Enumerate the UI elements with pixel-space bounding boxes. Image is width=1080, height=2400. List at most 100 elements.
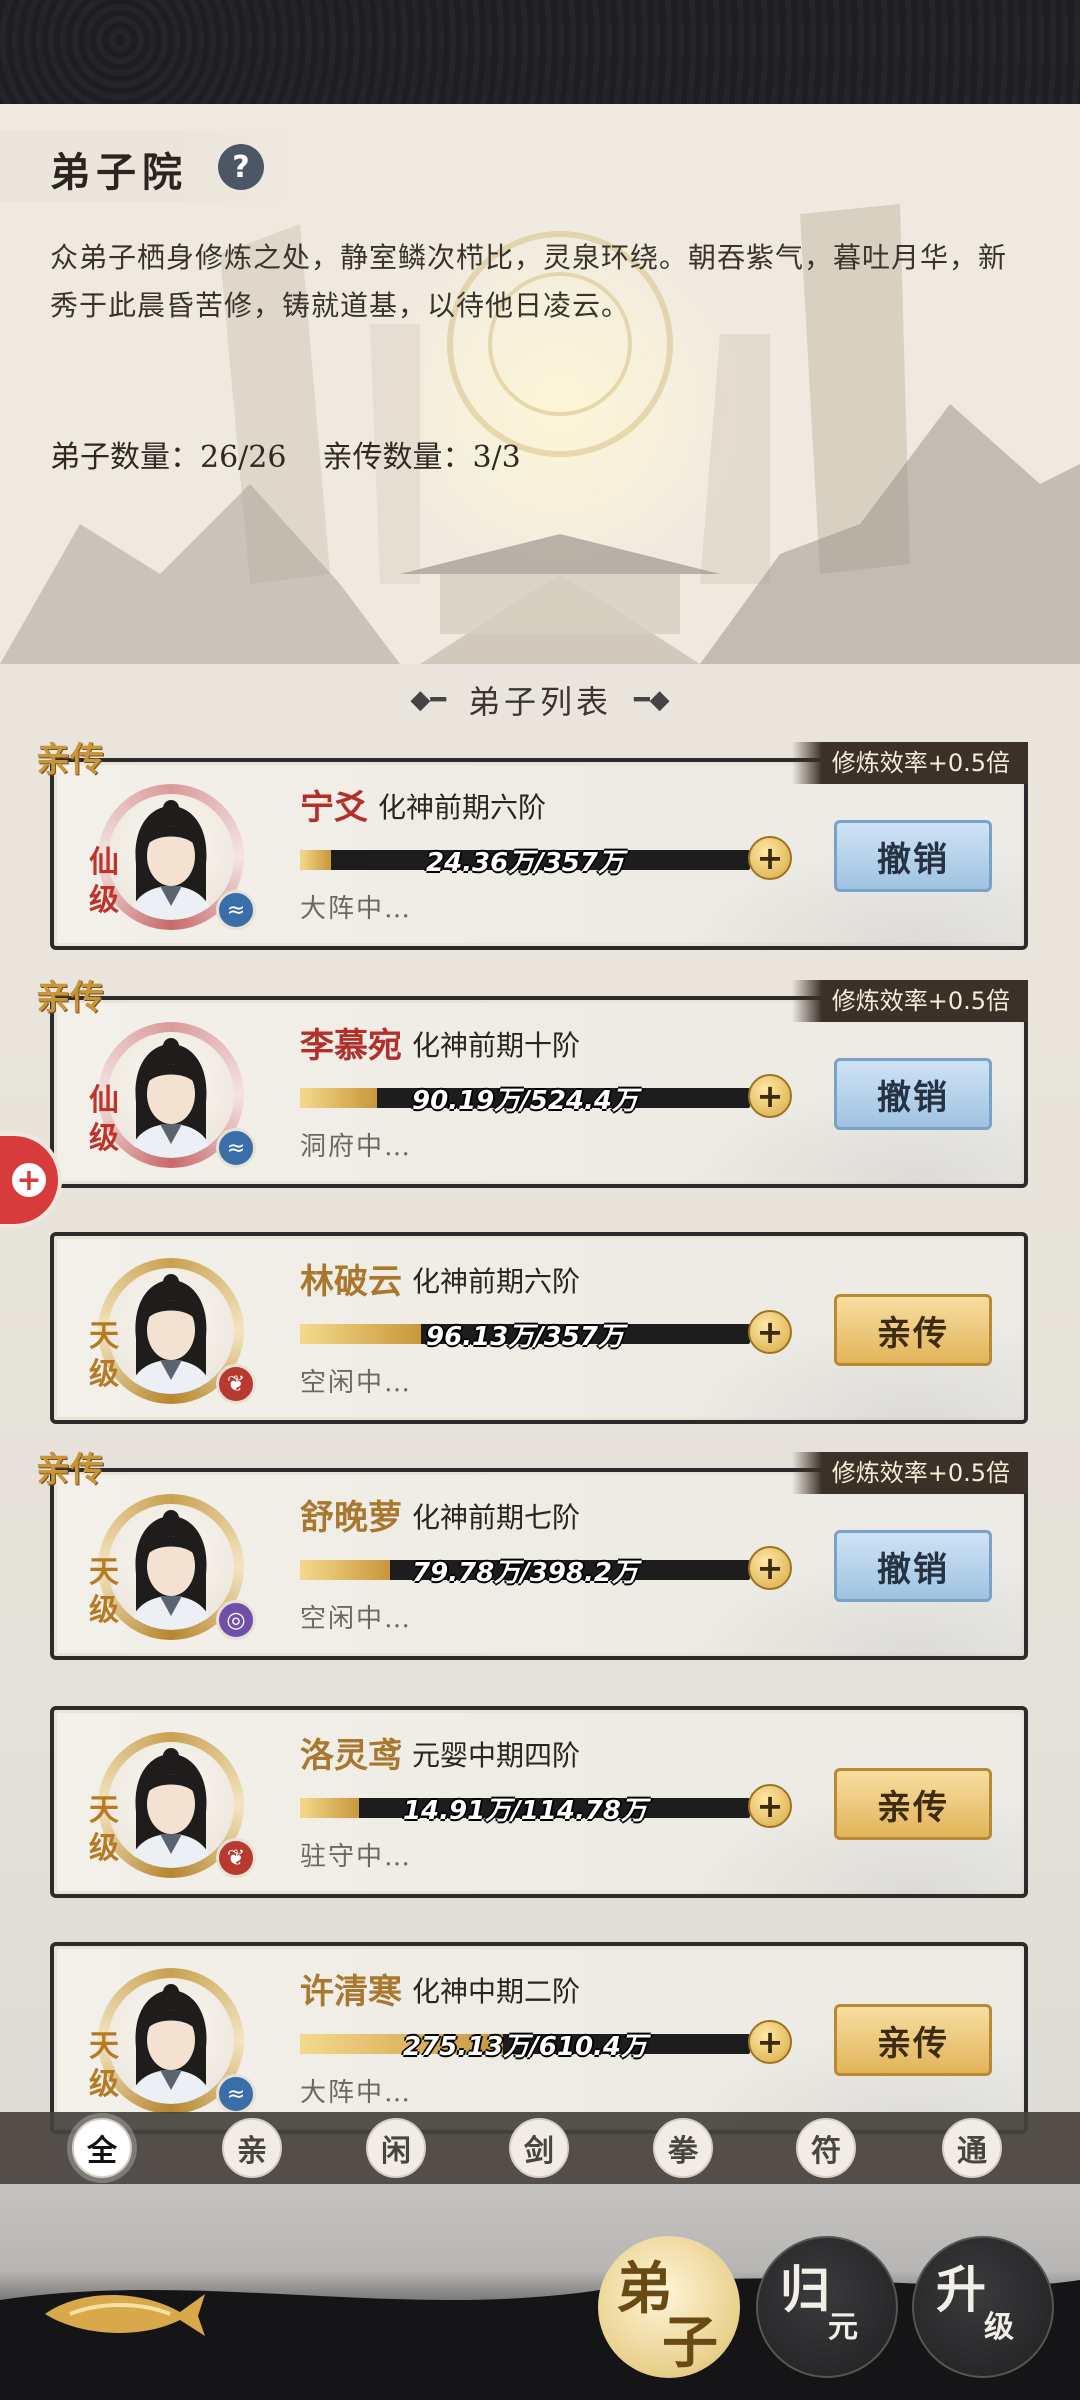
avatar[interactable]: [108, 1268, 234, 1394]
grade-label: 天级: [89, 1555, 119, 1628]
avatar[interactable]: [108, 1504, 234, 1630]
disciple-name: 李慕宛: [300, 1026, 402, 1066]
disciple-portrait-icon: [128, 1274, 214, 1394]
nav-return-label-1: 归: [780, 2260, 830, 2319]
disciple-portrait-icon: [128, 1038, 214, 1158]
disciple-status: 洞府中…: [300, 1132, 413, 1162]
cultivation-rate-badge: 修炼效率+0.5倍: [791, 1452, 1028, 1494]
disciple-name: 许清寒: [300, 1972, 402, 2012]
grade-label: 天级: [89, 2029, 119, 2102]
progress-text: 79.78万/398.2万: [412, 1558, 638, 1588]
filter-idle[interactable]: 闲: [366, 2118, 426, 2178]
avatar[interactable]: [108, 794, 234, 920]
add-cultivation-button[interactable]: +: [748, 1310, 792, 1354]
page-title: 弟子院: [50, 149, 188, 196]
water-icon: ≈: [216, 2074, 256, 2114]
list-header: ◆━ 弟子列表 ━◆: [330, 672, 750, 728]
add-cultivation-button[interactable]: +: [748, 1546, 792, 1590]
disciple-status: 大阵中…: [300, 894, 413, 924]
cultivation-rate-badge: 修炼效率+0.5倍: [791, 742, 1028, 784]
disciple-portrait-icon: [128, 1510, 214, 1630]
progress-text: 24.36万/357万: [425, 848, 624, 878]
make-inner-disciple-button[interactable]: 亲传: [834, 1768, 992, 1840]
avatar[interactable]: [108, 1742, 234, 1868]
filter-all[interactable]: 全: [72, 2118, 132, 2178]
water-icon: ≈: [216, 1128, 256, 1168]
nav-upgrade-label-2: 级: [984, 2310, 1014, 2345]
add-cultivation-button[interactable]: +: [748, 1074, 792, 1118]
fire-icon: ❦: [216, 1364, 256, 1404]
add-cultivation-button[interactable]: +: [748, 1784, 792, 1828]
disciple-card[interactable]: 天级 ❦ 洛灵鸢 元婴中期四阶 14.91万/114.78万 + 驻守中… 亲传: [50, 1706, 1028, 1898]
grade-label: 仙级: [89, 845, 119, 918]
disciple-card[interactable]: 天级 ≈ 许清寒 化神中期二阶 275.13万/610.4万 + 大阵中… 亲传: [50, 1942, 1028, 2134]
revoke-button[interactable]: 撤销: [834, 1058, 992, 1130]
revoke-button[interactable]: 撤销: [834, 1530, 992, 1602]
disciple-status: 空闲中…: [300, 1368, 413, 1398]
top-status-bar: [0, 0, 1080, 104]
filter-general[interactable]: 通: [942, 2118, 1002, 2178]
disciple-status: 大阵中…: [300, 2078, 413, 2108]
ornament-right-icon: ━◆: [634, 685, 670, 715]
disciple-realm: 化神前期六阶: [412, 1265, 581, 1298]
page-description: 众弟子栖身修炼之处，静室鳞次栉比，灵泉环绕。朝吞紫气，暮吐月华，新秀于此晨昏苦修…: [50, 241, 1008, 322]
disciple-realm: 元婴中期四阶: [412, 1739, 581, 1772]
make-inner-disciple-button[interactable]: 亲传: [834, 1294, 992, 1366]
disciple-status: 驻守中…: [300, 1842, 413, 1872]
inner-disciple-tag: 亲传: [36, 1450, 104, 1490]
avatar[interactable]: [108, 1032, 234, 1158]
disciple-name: 洛灵鸢: [300, 1736, 402, 1776]
filter-fist[interactable]: 拳: [653, 2118, 713, 2178]
fire-icon: ❦: [216, 1838, 256, 1878]
make-inner-disciple-button[interactable]: 亲传: [834, 2004, 992, 2076]
avatar[interactable]: [108, 1978, 234, 2104]
disciple-name: 宁爻: [300, 788, 368, 828]
add-cultivation-button[interactable]: +: [748, 836, 792, 880]
revoke-button[interactable]: 撤销: [834, 820, 992, 892]
disciple-name: 林破云: [300, 1262, 402, 1302]
water-icon: ≈: [216, 890, 256, 930]
disciple-name: 舒晚萝: [300, 1498, 402, 1538]
list-title: 弟子列表: [467, 683, 612, 721]
plus-icon: +: [12, 1163, 46, 1198]
disciple-realm: 化神中期二阶: [412, 1975, 581, 2008]
disciple-portrait-icon: [128, 800, 214, 920]
wind-icon: ◎: [216, 1600, 256, 1640]
cultivation-rate-badge: 修炼效率+0.5倍: [791, 980, 1028, 1022]
disciple-portrait-icon: [128, 1748, 214, 1868]
grade-label: 天级: [89, 1793, 119, 1866]
nav-disciples-label-2: 子: [662, 2310, 718, 2376]
disciple-realm: 化神前期六阶: [378, 791, 547, 824]
progress-text: 275.13万/610.4万: [402, 2032, 648, 2062]
disciple-card[interactable]: 天级 ❦ 林破云 化神前期六阶 96.13万/357万 + 空闲中… 亲传: [50, 1232, 1028, 1424]
disciple-card[interactable]: 亲传 修炼效率+0.5倍 仙级 ≈ 宁爻 化神前期六阶 24.36万/357万 …: [36, 740, 1028, 950]
nav-return-label-2: 元: [828, 2310, 858, 2345]
disciple-realm: 化神前期十阶: [412, 1029, 581, 1062]
grade-label: 仙级: [89, 1083, 119, 1156]
grade-label: 天级: [89, 1319, 119, 1392]
ornament-left-icon: ◆━: [410, 685, 446, 715]
nav-upgrade-button[interactable]: 升 级: [912, 2236, 1054, 2378]
inner-disciple-tag: 亲传: [36, 740, 104, 780]
disciple-count: 弟子数量：26/26: [50, 440, 287, 475]
inner-disciple-count: 亲传数量：3/3: [322, 440, 521, 475]
nav-upgrade-label-1: 升: [936, 2260, 986, 2319]
help-icon[interactable]: ?: [218, 144, 264, 190]
filter-inner[interactable]: 亲: [222, 2118, 282, 2178]
add-cultivation-button[interactable]: +: [748, 2020, 792, 2064]
progress-text: 14.91万/114.78万: [402, 1796, 648, 1826]
golden-fish-icon: [45, 2294, 205, 2336]
disciple-realm: 化神前期七阶: [412, 1501, 581, 1534]
progress-text: 96.13万/357万: [425, 1322, 624, 1352]
disciple-card[interactable]: 亲传 修炼效率+0.5倍 天级 ◎ 舒晚萝 化神前期七阶 79.78万/398.…: [36, 1450, 1028, 1660]
filter-talisman[interactable]: 符: [796, 2118, 856, 2178]
filter-sword[interactable]: 剑: [509, 2118, 569, 2178]
nav-return-button[interactable]: 归 元: [756, 2236, 898, 2378]
count-summary: 弟子数量：26/26 亲传数量：3/3: [50, 432, 557, 476]
inner-disciple-tag: 亲传: [36, 978, 104, 1018]
nav-disciples-button[interactable]: 弟 子: [598, 2236, 740, 2378]
progress-text: 90.19万/524.4万: [412, 1086, 638, 1116]
disciple-card[interactable]: 亲传 修炼效率+0.5倍 仙级 ≈ 李慕宛 化神前期十阶 90.19万/524.…: [36, 978, 1028, 1188]
disciple-portrait-icon: [128, 1984, 214, 2104]
disciple-status: 空闲中…: [300, 1604, 413, 1634]
